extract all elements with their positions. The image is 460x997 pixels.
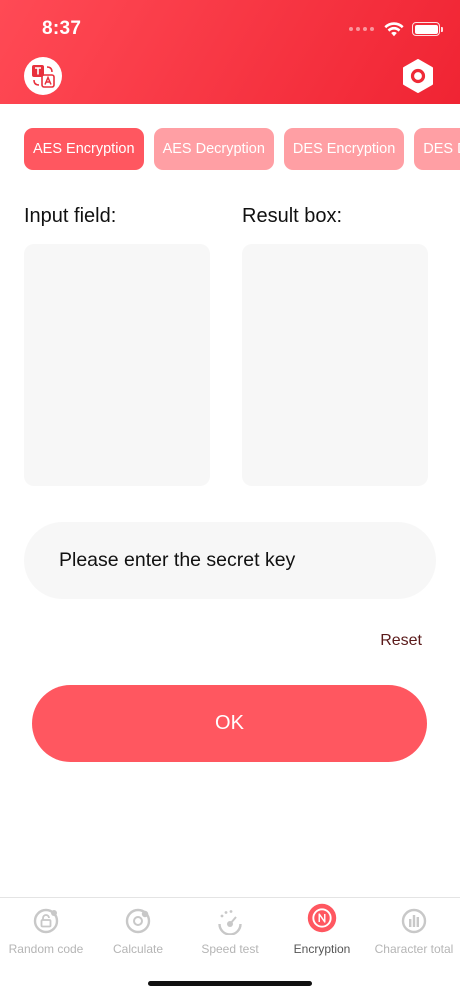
tab-aes-encryption[interactable]: AES Encryption [24,128,144,170]
nav-character-total[interactable]: Character total [368,906,460,956]
input-field-label: Input field: [24,205,117,227]
result-textbox[interactable] [242,244,428,486]
nav-label: Random code [8,942,84,956]
wifi-icon [384,21,404,36]
home-indicator [148,981,312,986]
secret-key-placeholder: Please enter the secret key [59,549,296,571]
translate-icon [32,65,55,88]
nav-label: Character total [374,942,454,956]
ok-button[interactable]: OK [32,685,427,762]
tab-des-encryption[interactable]: DES Encryption [283,128,405,170]
nav-label: Encryption [293,942,351,956]
input-textarea[interactable] [24,244,210,486]
encryption-icon [307,903,337,933]
result-box-label: Result box: [242,205,343,227]
nav-encryption[interactable]: Encryption [276,903,368,956]
tab-des-decryption[interactable]: DES Decryption [414,128,460,170]
mode-tabs: AES Encryption AES Decryption DES Encrypti… [24,128,460,170]
signal-icon [349,27,374,31]
nav-calculate[interactable]: Calculate [92,906,184,956]
secret-key-input[interactable]: Please enter the secret key [24,522,436,599]
battery-icon [412,22,443,36]
reset-button[interactable]: Reset [380,632,422,650]
speed-test-icon [218,910,242,935]
nav-label: Speed test [201,942,259,956]
screen: 8:37 AES Encryption AES Decryption DES E… [0,0,460,997]
calculate-icon [125,908,151,934]
nav-label: Calculate [112,942,164,956]
settings-hexagon-icon [403,59,433,93]
translate-button[interactable] [24,57,62,95]
status-time: 8:37 [42,18,82,39]
header: 8:37 [0,0,460,104]
status-icons [349,18,443,40]
tab-aes-decryption[interactable]: AES Decryption [153,128,274,170]
random-code-icon [33,908,59,934]
character-total-icon [401,908,427,934]
nav-random-code[interactable]: Random code [0,906,92,956]
nav-speed-test[interactable]: Speed test [184,906,276,956]
settings-button[interactable] [400,58,436,94]
